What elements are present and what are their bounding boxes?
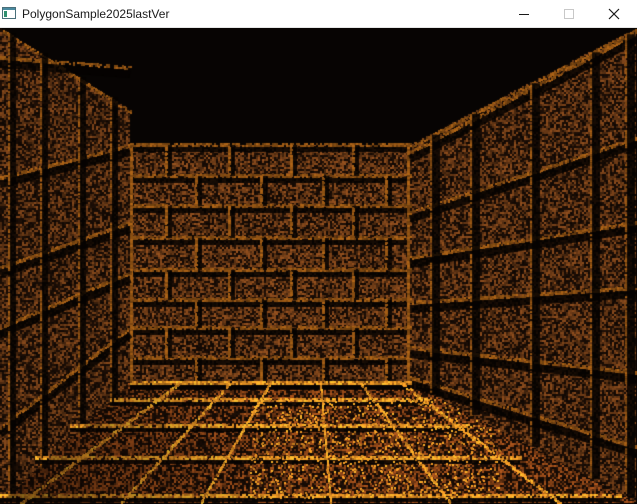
maximize-icon — [564, 9, 574, 19]
maximize-button[interactable] — [547, 0, 593, 28]
title-bar[interactable]: PolygonSample2025lastVer — [0, 0, 637, 28]
dungeon-corridor-render — [0, 28, 637, 504]
game-viewport[interactable] — [0, 28, 637, 504]
app-window-icon — [2, 7, 16, 19]
close-button[interactable] — [591, 0, 637, 28]
minimize-button[interactable] — [501, 0, 547, 28]
application-window: PolygonSample2025lastVer — [0, 0, 637, 504]
window-title: PolygonSample2025lastVer — [22, 7, 170, 21]
close-icon — [608, 8, 620, 20]
minimize-icon — [519, 14, 529, 15]
